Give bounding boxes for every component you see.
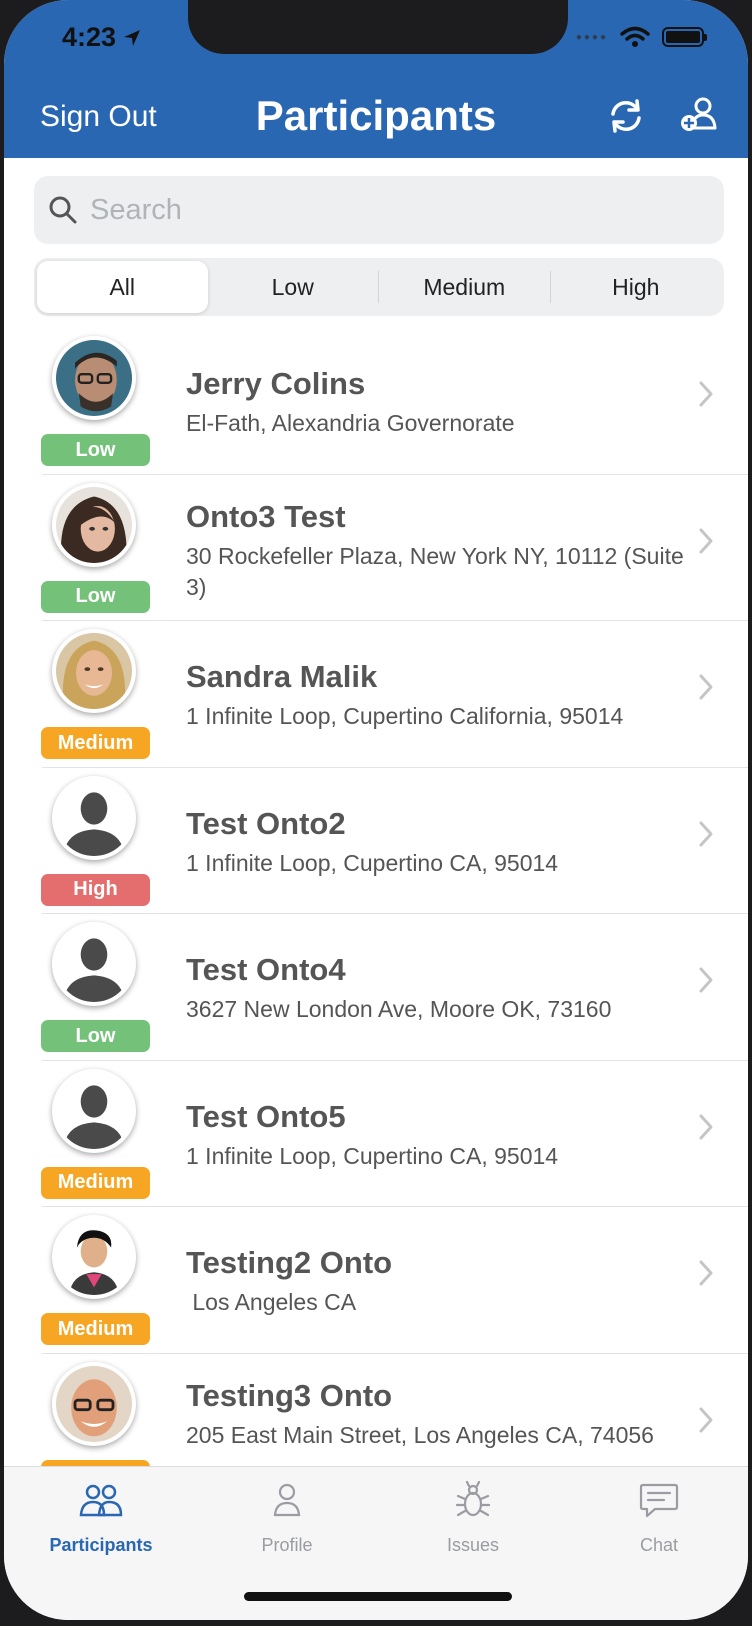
status-time: 4:23	[62, 22, 142, 53]
device-notch	[188, 0, 568, 54]
segment-label: Medium	[423, 273, 506, 300]
location-arrow-icon	[124, 29, 141, 46]
chevron-right-icon	[698, 1406, 714, 1434]
bug-icon	[455, 1481, 491, 1517]
chevron-right-icon	[698, 1259, 714, 1287]
chevron-right-icon	[698, 673, 714, 701]
participant-name: Onto3 Test	[186, 498, 346, 534]
segment-label: All	[109, 273, 136, 300]
segment-all[interactable]: All	[37, 261, 208, 313]
status-time-label: 4:23	[62, 22, 117, 52]
segment-high[interactable]: High	[551, 261, 722, 313]
participant-row[interactable]: Medium Sandra Malik 1 Infinite Loop, Cuper…	[4, 621, 748, 768]
avatar	[52, 1361, 136, 1446]
chevron-right-icon	[698, 820, 714, 848]
segment-label: Low	[271, 273, 314, 300]
participant-name: Test Onto4	[186, 952, 346, 987]
tab-participants[interactable]: Participants	[8, 1481, 194, 1556]
chevron-right-icon	[698, 966, 714, 994]
segment-low[interactable]: Low	[208, 261, 379, 313]
cellular-signal-icon: ●●●●	[575, 31, 608, 43]
tab-label: Profile	[261, 1535, 313, 1555]
tab-bar: Participants Profile Issues Chat	[4, 1466, 748, 1620]
priority-badge: High	[41, 873, 150, 906]
participant-row[interactable]: Low Onto3 Test 30 Rockefeller Plaza, New Y…	[4, 475, 748, 621]
chevron-right-icon	[698, 527, 714, 555]
nav-header: 4:23 ●●●● Sign Out Participants	[4, 0, 748, 158]
segment-medium[interactable]: Medium	[379, 261, 550, 313]
participant-name: Jerry Colins	[186, 366, 366, 401]
add-user-icon[interactable]	[678, 94, 722, 138]
refresh-icon[interactable]	[604, 94, 648, 138]
participant-address: 205 East Main Street, Los Angeles CA, 74…	[186, 1421, 654, 1448]
priority-badge: Low	[41, 580, 150, 613]
avatar	[52, 1215, 136, 1299]
participant-name: Test Onto2	[186, 805, 346, 841]
participant-row[interactable]: High Test Onto2 1 Infinite Loop, Cupertino…	[4, 768, 748, 914]
participant-address: 1 Infinite Loop, Cupertino CA, 95014	[186, 1142, 559, 1169]
home-indicator	[244, 1592, 512, 1601]
participant-address: 1 Infinite Loop, Cupertino CA, 95014	[186, 849, 559, 876]
participant-name: Sandra Malik	[186, 659, 378, 694]
participant-address: 3627 New London Ave, Moore OK, 73160	[186, 996, 612, 1022]
priority-badge: Low	[41, 1020, 150, 1052]
participant-row[interactable]: Testing3 Onto 205 East Main Street, Los A…	[4, 1354, 748, 1466]
avatar	[52, 336, 136, 420]
priority-badge: Medium	[41, 727, 150, 759]
placeholder-person-icon	[52, 922, 136, 1006]
participant-row[interactable]: Medium Test Onto5 1 Infinite Loop, Cuperti…	[4, 1061, 748, 1207]
priority-badge: Medium	[41, 1166, 150, 1199]
chat-icon	[639, 1483, 679, 1518]
participant-address: 1 Infinite Loop, Cupertino California, 9…	[186, 703, 624, 729]
avatar	[52, 482, 136, 567]
chevron-right-icon	[698, 1113, 714, 1141]
placeholder-person-icon	[52, 1068, 136, 1153]
participant-address: El-Fath, Alexandria Governorate	[186, 410, 515, 436]
priority-filter: All Low Medium High	[34, 258, 724, 316]
segment-label: High	[612, 273, 660, 300]
tab-label: Participants	[49, 1535, 153, 1555]
avatar	[52, 629, 136, 713]
participant-name: Testing3 Onto	[186, 1377, 393, 1413]
chevron-right-icon	[698, 380, 714, 408]
tab-issues[interactable]: Issues	[380, 1481, 566, 1556]
placeholder-person-icon	[52, 775, 136, 860]
participants-list: Low Jerry Colins El-Fath, Alexandria Gover…	[4, 328, 748, 1466]
participants-icon	[79, 1484, 123, 1517]
priority-badge: Medium	[41, 1313, 150, 1345]
participant-row[interactable]: Medium Testing2 Onto Los Angeles CA	[4, 1207, 748, 1354]
phone-screen: 4:23 ●●●● Sign Out Participants Search A…	[4, 0, 748, 1620]
participant-name: Testing2 Onto	[186, 1245, 393, 1280]
search-bar[interactable]	[34, 176, 724, 244]
search-input[interactable]	[90, 193, 690, 227]
priority-badge: Low	[41, 434, 150, 466]
tab-chat[interactable]: Chat	[566, 1481, 748, 1556]
participant-address: 30 Rockefeller Plaza, New York NY, 10112…	[186, 542, 691, 600]
status-indicators: ●●●●	[575, 26, 707, 48]
participant-row[interactable]: Low Test Onto4 3627 New London Ave, Moore …	[4, 914, 748, 1061]
search-icon	[49, 196, 77, 224]
battery-icon	[662, 27, 707, 47]
participant-address: Los Angeles CA	[186, 1289, 357, 1315]
tab-profile[interactable]: Profile	[194, 1481, 380, 1556]
profile-icon	[273, 1483, 301, 1517]
tab-label: Chat	[639, 1535, 679, 1555]
participant-name: Test Onto5	[186, 1098, 346, 1134]
participant-row[interactable]: Low Jerry Colins El-Fath, Alexandria Gover…	[4, 328, 748, 475]
wifi-icon	[620, 26, 650, 47]
tab-label: Issues	[446, 1535, 500, 1555]
